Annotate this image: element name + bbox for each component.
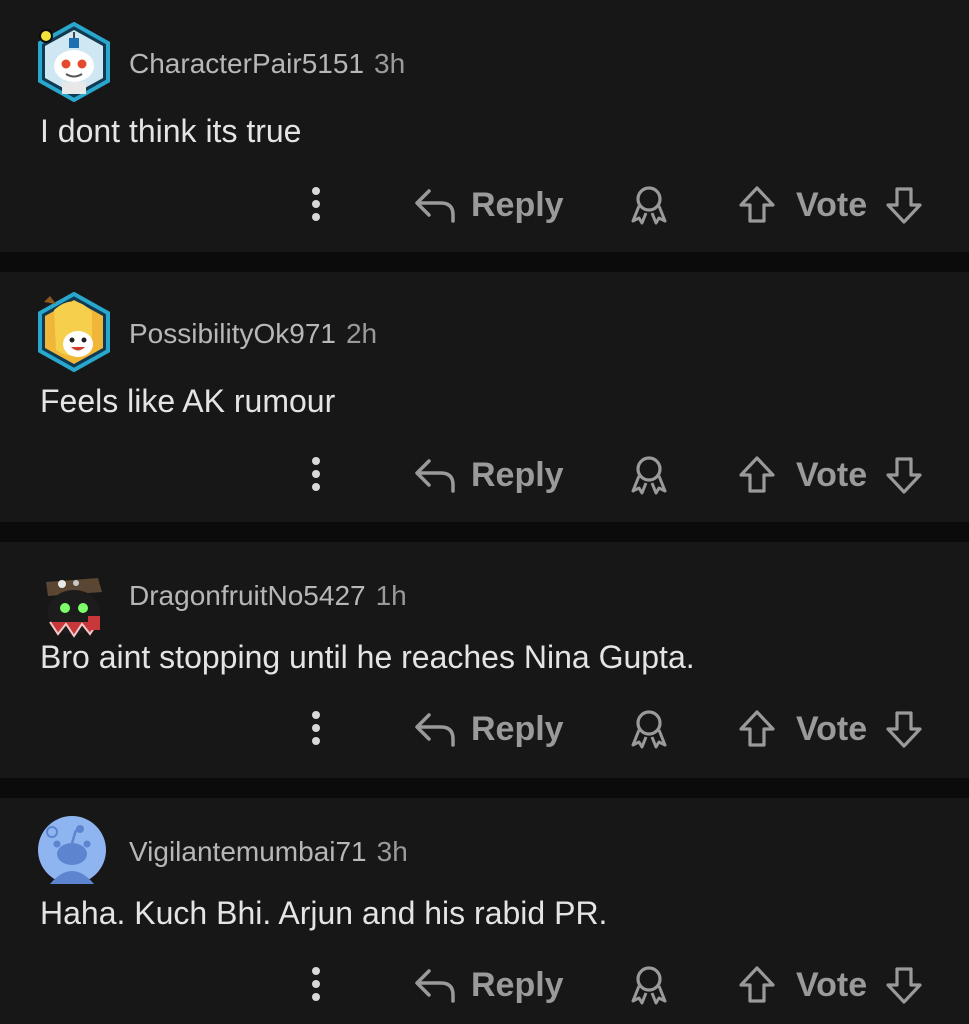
vote-label: Vote (796, 455, 868, 494)
comment-card: CharacterPair5151 3h I dont think its tru… (0, 0, 969, 252)
award-button[interactable] (627, 183, 671, 227)
comment-meta: CharacterPair5151 3h (129, 48, 405, 80)
comment-meta: PossibilityOk971 2h (129, 318, 377, 350)
comment-body: Bro aint stopping until he reaches Nina … (40, 639, 695, 675)
vote-controls: Vote (736, 704, 925, 754)
vertical-ellipsis-icon (312, 711, 320, 745)
comment-meta: Vigilantemumbai71 3h (129, 836, 408, 868)
comment-actions: Reply Vote (0, 450, 969, 500)
reply-arrow-icon (415, 459, 455, 493)
reply-button[interactable]: Reply (413, 450, 564, 500)
hooded-snoo-avatar-icon[interactable] (36, 562, 112, 642)
comment-body: I dont think its true (40, 113, 302, 149)
vertical-ellipsis-icon (312, 457, 320, 491)
reply-button[interactable]: Reply (413, 180, 564, 230)
upvote-arrow-icon[interactable] (736, 708, 778, 750)
more-options-button[interactable] (300, 182, 332, 226)
comment-card: Vigilantemumbai71 3h Haha. Kuch Bhi. Arju… (0, 798, 969, 1024)
award-button[interactable] (627, 707, 671, 751)
downvote-arrow-icon[interactable] (883, 708, 925, 750)
upvote-arrow-icon[interactable] (736, 454, 778, 496)
reply-button[interactable]: Reply (413, 960, 564, 1010)
award-icon (631, 186, 667, 225)
username-link[interactable]: Vigilantemumbai71 (129, 836, 367, 867)
award-button[interactable] (627, 453, 671, 497)
comment-card: DragonfruitNo5427 1h Bro aint stopping un… (0, 542, 969, 778)
award-icon (631, 456, 667, 495)
robot-snoo-avatar-icon[interactable] (36, 22, 112, 102)
upvote-arrow-icon[interactable] (736, 184, 778, 226)
vote-label: Vote (796, 709, 868, 748)
vote-controls: Vote (736, 450, 925, 500)
award-icon (631, 966, 667, 1005)
downvote-arrow-icon[interactable] (883, 454, 925, 496)
vote-label: Vote (796, 965, 868, 1004)
vertical-ellipsis-icon (312, 967, 320, 1001)
reply-label: Reply (471, 185, 564, 224)
vote-controls: Vote (736, 180, 925, 230)
comment-actions: Reply Vote (0, 960, 969, 1010)
more-options-button[interactable] (300, 452, 332, 496)
vote-controls: Vote (736, 960, 925, 1010)
award-icon (631, 710, 667, 749)
vertical-ellipsis-icon (312, 187, 320, 221)
default-snoo-avatar-icon[interactable] (36, 814, 112, 894)
more-options-button[interactable] (300, 706, 332, 750)
banana-snoo-avatar-icon[interactable] (36, 292, 112, 372)
reply-arrow-icon (415, 969, 455, 1003)
downvote-arrow-icon[interactable] (883, 964, 925, 1006)
timestamp: 2h (345, 318, 378, 349)
reply-label: Reply (471, 709, 564, 748)
username-link[interactable]: PossibilityOk971 (129, 318, 336, 349)
reply-arrow-icon (415, 713, 455, 747)
award-button[interactable] (627, 963, 671, 1007)
reply-button[interactable]: Reply (413, 704, 564, 754)
comment-body: Haha. Kuch Bhi. Arjun and his rabid PR. (40, 895, 608, 931)
timestamp: 1h (375, 580, 407, 611)
comment-actions: Reply Vote (0, 704, 969, 754)
downvote-arrow-icon[interactable] (883, 184, 925, 226)
upvote-arrow-icon[interactable] (736, 964, 778, 1006)
more-options-button[interactable] (300, 962, 332, 1006)
username-link[interactable]: CharacterPair5151 (129, 48, 364, 79)
username-link[interactable]: DragonfruitNo5427 (129, 580, 366, 611)
comment-feed: CharacterPair5151 3h I dont think its tru… (0, 0, 969, 1024)
reply-arrow-icon (415, 189, 455, 223)
comment-meta: DragonfruitNo5427 1h (129, 580, 407, 612)
reply-label: Reply (471, 455, 564, 494)
timestamp: 3h (376, 836, 408, 867)
comment-body: Feels like AK rumour (40, 383, 336, 419)
reply-label: Reply (471, 965, 564, 1004)
comment-card: PossibilityOk971 2h Feels like AK rumour … (0, 272, 969, 522)
vote-label: Vote (796, 185, 868, 224)
comment-actions: Reply Vote (0, 180, 969, 230)
timestamp: 3h (374, 48, 406, 79)
